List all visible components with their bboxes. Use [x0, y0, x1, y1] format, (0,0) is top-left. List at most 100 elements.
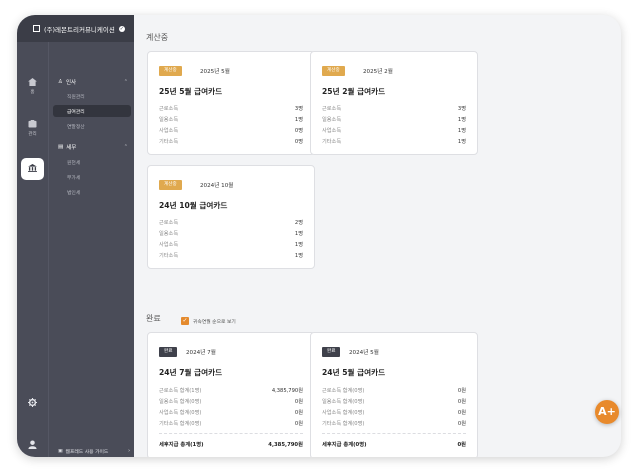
row-label: 기타소득 [159, 139, 179, 145]
icon-rail: 홈 관리 세무 [17, 42, 48, 457]
card-row: 기타소득 합계(0명) 0원 [322, 420, 466, 427]
card-period: 2024년 5월 [349, 350, 379, 356]
chevron-up-icon: ⌃ [123, 79, 128, 85]
payroll-card[interactable]: 계산중 2025년 2월 25년 2월 급여카드 근로소득 3명 일용소득 1명 사… [310, 51, 478, 155]
payroll-card[interactable]: 계산중 2024년 10월 24년 10월 급여카드 근로소득 2명 일용소득 1명… [147, 165, 315, 269]
building-icon [33, 25, 40, 32]
row-label: 일용소득 [159, 117, 179, 123]
card-row: 사업소득 0명 [159, 127, 303, 134]
card-total: 세후지급 총계(1명) 4,385,790원 [159, 440, 303, 448]
a-plus-icon[interactable]: A+ [595, 400, 619, 424]
menu-item-vat[interactable]: 부가세 [67, 174, 80, 181]
payroll-card[interactable]: 완료 2024년 7월 24년 7월 급여카드 근로소득 합계(1명) 4,385… [147, 332, 315, 457]
divider [322, 433, 466, 434]
status-badge: 계산중 [159, 180, 182, 190]
row-label: 사업소득 [322, 128, 342, 134]
row-value: 1명 [294, 253, 303, 259]
card-row: 근로소득 합계(1명) 4,385,790원 [159, 387, 303, 394]
row-label: 근로소득 [322, 106, 342, 112]
rail-item-home[interactable]: 홈 [17, 78, 48, 95]
menu-group-hr-label: 인사 [65, 80, 77, 86]
menu-item-year-end[interactable]: 연말정산 [67, 123, 85, 130]
row-value: 0원 [294, 399, 303, 405]
checkmark-icon: ✓ [181, 317, 189, 325]
row-label: 근로소득 [159, 106, 179, 112]
folder-icon [28, 120, 37, 128]
card-period: 2024년 10월 [200, 183, 234, 189]
row-value: 1명 [457, 117, 466, 123]
card-title: 25년 2월 급여카드 [322, 87, 386, 96]
main-content: 계산중 계산중 2025년 5월 25년 5월 급여카드 근로소득 3명 일용소득… [134, 15, 621, 457]
gear-icon [28, 398, 37, 407]
app-window: (주)레몬트리커뮤니케이션 ✓ 홈 관리 세무 ♙ 인사 ⌃ 직원관리 급여관리… [17, 15, 621, 457]
card-row: 사업소득 합계(0명) 0원 [159, 409, 303, 416]
card-title: 25년 5월 급여카드 [159, 87, 223, 96]
menu-item-payroll[interactable]: 급여관리 [67, 108, 85, 115]
home-icon [28, 78, 37, 86]
rail-item-settings[interactable] [17, 398, 48, 410]
usage-guide-link[interactable]: ▣ 웹프레드 사용 가이드 › [58, 448, 130, 455]
row-value: 4,385,790원 [271, 388, 303, 394]
rail-label-home: 홈 [30, 90, 35, 95]
tax-doc-icon: ▤ [58, 144, 64, 150]
card-row: 일용소득 합계(0명) 0원 [322, 398, 466, 405]
card-row: 기타소득 1명 [159, 252, 303, 259]
card-row: 기타소득 합계(0명) 0원 [159, 420, 303, 427]
section-calculating-title: 계산중 [146, 33, 169, 42]
guide-book-icon: ▣ [58, 449, 63, 454]
menu-group-tax[interactable]: ▤ 세무 ⌃ [58, 143, 128, 151]
total-label: 세후지급 총계(0명) [322, 442, 367, 448]
company-name: (주)레몬트리커뮤니케이션 [44, 25, 115, 34]
row-value: 0원 [457, 410, 466, 416]
row-label: 일용소득 합계(0명) [159, 399, 202, 405]
card-row: 근로소득 3명 [159, 105, 303, 112]
row-label: 근로소득 [159, 220, 179, 226]
rail-item-tax[interactable]: 세무 [17, 164, 48, 181]
menu-item-corp-tax[interactable]: 법인세 [67, 189, 80, 196]
row-value: 0원 [457, 421, 466, 427]
company-settings-icon[interactable]: ✓ [118, 25, 125, 32]
row-label: 사업소득 합계(0명) [322, 410, 365, 416]
card-row: 일용소득 1명 [322, 116, 466, 123]
card-total: 세후지급 총계(0명) 0원 [322, 440, 466, 448]
row-label: 사업소득 합계(0명) [159, 410, 202, 416]
card-title: 24년 5월 급여카드 [322, 368, 386, 377]
card-row: 근로소득 2명 [159, 219, 303, 226]
menu-group-hr[interactable]: ♙ 인사 ⌃ [58, 78, 128, 86]
row-value: 0원 [457, 388, 466, 394]
status-badge: 완료 [322, 347, 341, 357]
menu-item-employees[interactable]: 직원관리 [67, 93, 85, 100]
row-value: 1명 [294, 242, 303, 248]
row-value: 0명 [294, 128, 303, 134]
card-row: 기타소득 1명 [322, 138, 466, 145]
card-period: 2024년 7월 [186, 350, 216, 356]
bank-icon [28, 164, 37, 172]
total-label: 세후지급 총계(1명) [159, 442, 204, 448]
payroll-card[interactable]: 계산중 2025년 5월 25년 5월 급여카드 근로소득 3명 일용소득 1명 사… [147, 51, 315, 155]
sub-menu-panel: ♙ 인사 ⌃ 직원관리 급여관리 연말정산 ▤ 세무 ⌃ 원천세 부가세 법인세… [48, 42, 134, 457]
total-value: 0원 [457, 442, 466, 448]
row-label: 사업소득 [159, 128, 179, 134]
chevron-up-icon: ⌃ [123, 144, 128, 150]
rail-label-manage: 관리 [28, 132, 37, 137]
row-value: 0명 [294, 139, 303, 145]
total-value: 4,385,790원 [268, 442, 303, 448]
row-value: 3명 [294, 106, 303, 112]
row-value: 2명 [294, 220, 303, 226]
sort-by-period-checkbox[interactable]: ✓ 귀속연월 순으로 보기 [181, 317, 236, 325]
row-value: 1명 [294, 117, 303, 123]
row-label: 일용소득 합계(0명) [322, 399, 365, 405]
row-label: 근로소득 합계(1명) [159, 388, 202, 394]
sort-by-period-label: 귀속연월 순으로 보기 [193, 319, 236, 325]
rail-item-manage[interactable]: 관리 [17, 120, 48, 137]
card-row: 근로소득 3명 [322, 105, 466, 112]
rail-item-profile[interactable] [17, 440, 48, 452]
card-row: 기타소득 0명 [159, 138, 303, 145]
menu-item-withholding[interactable]: 원천세 [67, 159, 80, 166]
row-value: 0원 [457, 399, 466, 405]
payroll-card[interactable]: 완료 2024년 5월 24년 5월 급여카드 근로소득 합계(0명) 0원 일용… [310, 332, 478, 457]
row-value: 0원 [294, 410, 303, 416]
row-label: 기타소득 [322, 139, 342, 145]
company-header[interactable]: (주)레몬트리커뮤니케이션 ✓ [17, 15, 134, 42]
row-value: 0원 [294, 421, 303, 427]
